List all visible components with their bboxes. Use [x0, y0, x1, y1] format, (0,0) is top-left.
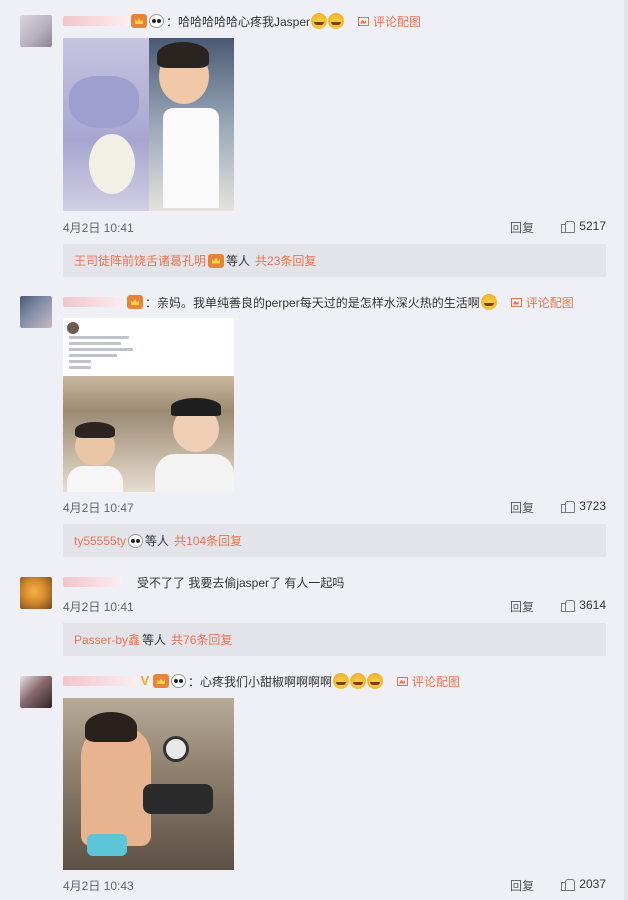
thumb-up-icon [561, 878, 576, 891]
comment-picture-link[interactable]: 评论配图 [412, 673, 460, 690]
panda-emoji-icon [149, 14, 164, 28]
verified-v-icon: V [140, 673, 150, 688]
laugh-cry-emoji-icon [328, 13, 345, 29]
sub-reply-text: 等人 [226, 254, 251, 268]
sub-reply-text: 等人 [145, 534, 170, 548]
sub-reply-count[interactable]: 共23条回复 [255, 252, 316, 269]
panda-emoji-icon [171, 674, 186, 688]
comment-picture-link[interactable]: 评论配图 [526, 294, 574, 311]
username-redacted[interactable] [63, 676, 137, 686]
comment-image[interactable] [63, 698, 234, 870]
sub-reply-user[interactable]: 王司徒阵前饶舌诸葛孔明 [74, 252, 206, 269]
comment-time: 4月2日 10:47 [63, 501, 134, 515]
vip-crown-icon [131, 14, 147, 28]
reply-button[interactable]: 回复 [510, 499, 534, 516]
like-button[interactable]: 5217 [561, 219, 606, 233]
sub-reply-user[interactable]: Passer-by鑫 [74, 631, 140, 648]
laugh-cry-emoji-icon [350, 673, 367, 689]
sub-replies[interactable]: Passer-by鑫 等人 共76条回复 [63, 623, 606, 656]
laugh-cry-emoji-icon [333, 673, 350, 689]
reply-button[interactable]: 回复 [510, 219, 534, 236]
like-button[interactable]: 3723 [561, 499, 606, 513]
laugh-cry-emoji-icon [311, 13, 328, 29]
thumb-up-icon [561, 599, 576, 612]
username-redacted[interactable] [63, 577, 121, 587]
laugh-cry-emoji-icon [367, 673, 384, 689]
comment-image[interactable] [63, 38, 234, 211]
like-button[interactable]: 3614 [561, 598, 606, 612]
comment-item: 受不了了 我要去偷jasper了 有人一起吗 4月2日 10:41 回复 361… [0, 568, 628, 668]
avatar[interactable] [20, 296, 52, 328]
avatar[interactable] [20, 676, 52, 708]
comment-text: ：亲妈。我单纯善良的perper每天过的是怎样水深火热的生活啊 [145, 295, 480, 310]
comment-text: ：哈哈哈哈哈心疼我Jasper [166, 14, 311, 29]
username-redacted[interactable] [63, 16, 129, 26]
comment-text: ：心疼我们小甜椒啊啊啊啊 [188, 674, 333, 689]
comment-item: V ：心疼我们小甜椒啊啊啊啊 评论配图 4月2日 10:43 回复 2037 [0, 668, 628, 900]
panda-emoji-icon [128, 533, 144, 548]
comment-image[interactable] [63, 318, 234, 492]
like-count: 5217 [579, 219, 606, 233]
shy-emoji-icon [480, 294, 497, 310]
like-button[interactable]: 2037 [561, 877, 606, 891]
vip-crown-icon [127, 295, 143, 309]
comment-time: 4月2日 10:43 [63, 879, 134, 893]
sub-reply-count[interactable]: 共76条回复 [171, 631, 232, 648]
comment-time: 4月2日 10:41 [63, 600, 134, 614]
sub-reply-text: 等人 [142, 633, 167, 647]
username-redacted[interactable] [63, 297, 125, 307]
comment-item: ：哈哈哈哈哈心疼我Jasper 评论配图 4月2日 10:41 回复 5217 … [0, 0, 628, 290]
vip-crown-icon [153, 674, 169, 688]
picture-icon[interactable] [510, 297, 522, 307]
avatar[interactable] [20, 15, 52, 47]
like-count: 2037 [579, 877, 606, 891]
sub-reply-user[interactable]: ty55555ty [74, 534, 126, 548]
sub-reply-count[interactable]: 共104条回复 [174, 532, 242, 549]
comment-text: 受不了了 我要去偷jasper了 有人一起吗 [137, 575, 345, 590]
sub-replies[interactable]: 王司徒阵前饶舌诸葛孔明 等人 共23条回复 [63, 244, 606, 277]
picture-icon[interactable] [397, 676, 409, 686]
thumb-up-icon [561, 220, 576, 233]
sub-replies[interactable]: ty55555ty 等人 共104条回复 [63, 524, 606, 557]
like-count: 3614 [579, 598, 606, 612]
reply-button[interactable]: 回复 [510, 598, 534, 615]
thumb-up-icon [561, 500, 576, 513]
comment-item: ：亲妈。我单纯善良的perper每天过的是怎样水深火热的生活啊 评论配图 4月2… [0, 290, 628, 568]
comment-picture-link[interactable]: 评论配图 [373, 13, 421, 30]
comment-time: 4月2日 10:41 [63, 221, 134, 235]
picture-icon[interactable] [358, 16, 370, 26]
vip-crown-icon [208, 253, 225, 268]
like-count: 3723 [579, 499, 606, 513]
avatar[interactable] [20, 577, 52, 609]
reply-button[interactable]: 回复 [510, 877, 534, 894]
